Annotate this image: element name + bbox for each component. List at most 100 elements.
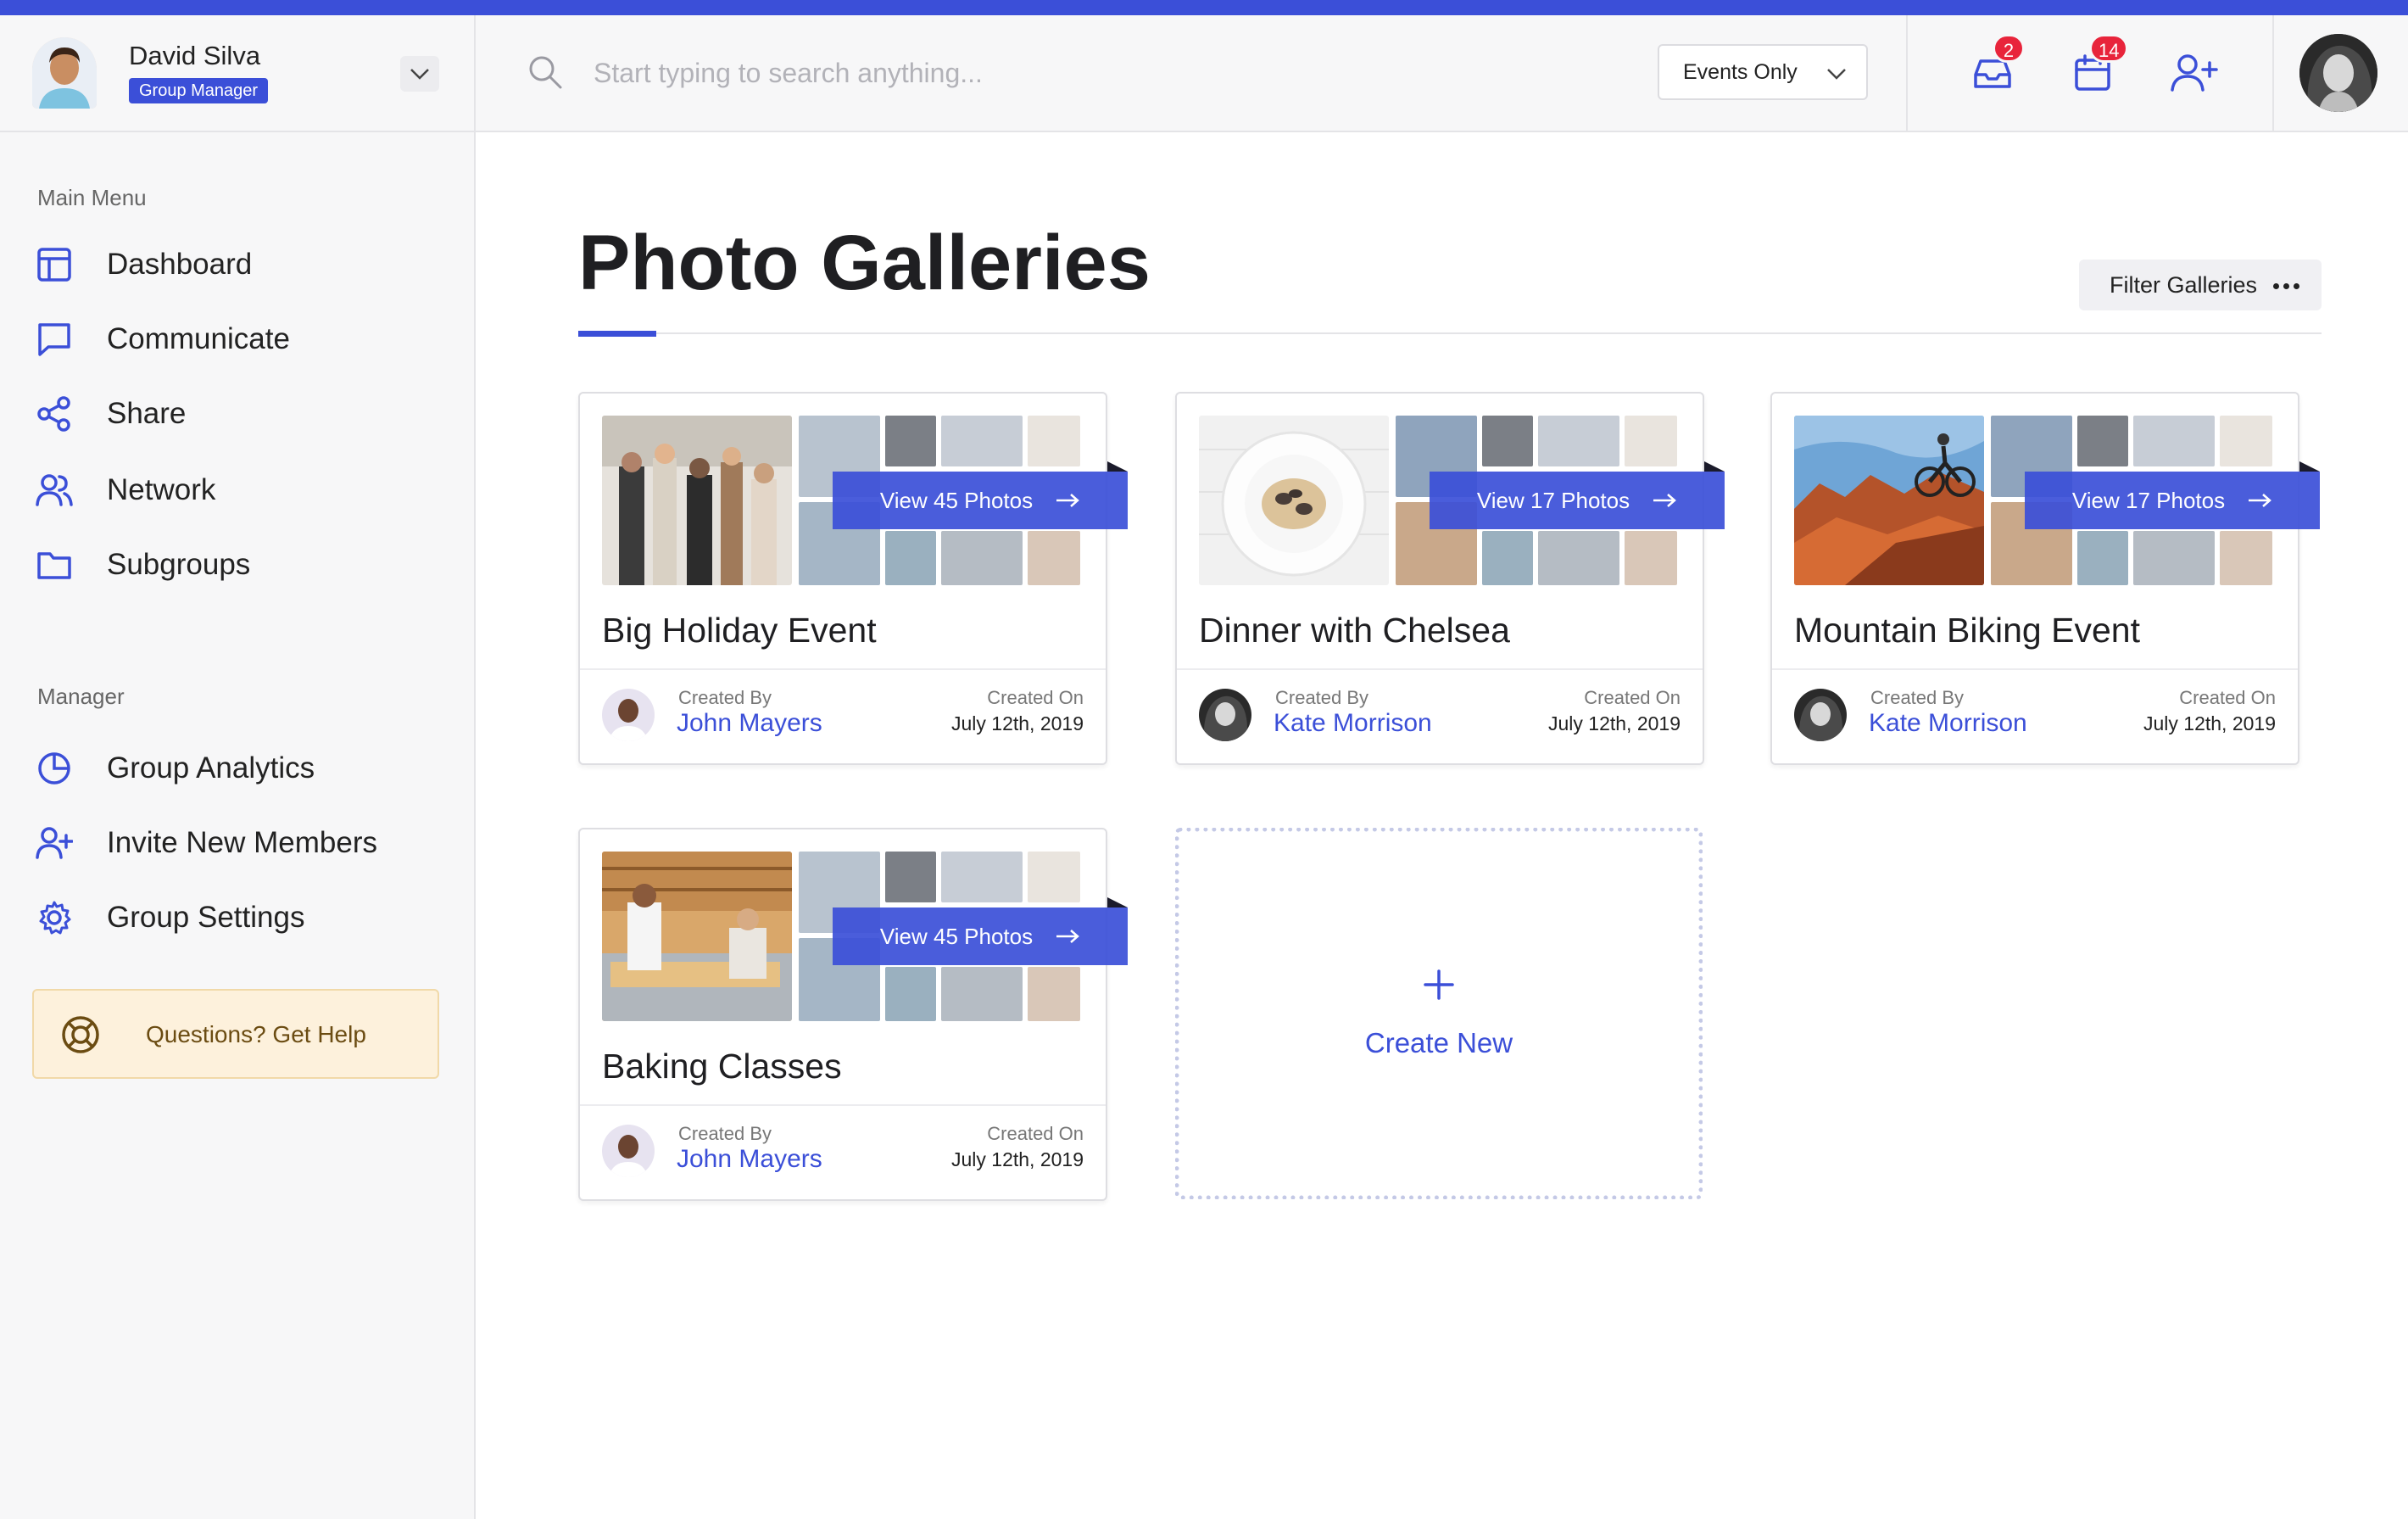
folder-icon [34,544,75,585]
user-avatar [32,37,97,109]
filter-galleries-label: Filter Galleries [2110,271,2258,298]
sidebar-item-label: Dashboard [107,248,253,281]
users-icon [34,470,75,511]
calendar-count-badge: 14 [2089,34,2129,63]
chevron-down-icon [1827,69,1846,80]
view-photos-button[interactable]: View 17 Photos [1430,472,1725,529]
created-on-label: Created On [987,687,1084,708]
gallery-cover-photo [602,416,792,585]
sidebar-item-dashboard[interactable]: Dashboard [34,237,441,292]
sidebar-item-share[interactable]: Share [34,387,441,441]
sidebar-item-label: Group Settings [107,901,305,934]
view-photos-button[interactable]: View 45 Photos [833,472,1128,529]
sidebar-item-communicate[interactable]: Communicate [34,312,441,366]
ribbon-fold [1704,461,1725,472]
view-photos-button[interactable]: View 17 Photos [2025,472,2320,529]
role-badge: Group Manager [129,78,269,103]
created-on-date: July 12th, 2019 [2143,712,2276,734]
lifebuoy-icon [62,1016,99,1053]
created-on-date: July 12th, 2019 [950,712,1084,734]
gallery-title[interactable]: Baking Classes [602,1047,842,1086]
gallery-cover-photo [602,852,792,1021]
creator-name-link[interactable]: Kate Morrison [1274,709,1432,738]
ribbon-fold [1107,461,1128,472]
manager-label: Manager [37,684,125,709]
created-on-date: July 12th, 2019 [1547,712,1681,734]
page-title: Photo Galleries [578,220,1151,306]
title-underline [578,331,656,337]
creator-avatar [1794,689,1847,741]
sidebar-item-subgroups[interactable]: Subgroups [34,538,441,592]
created-on-label: Created On [2179,687,2276,708]
share-icon [34,394,75,434]
filter-galleries-button[interactable]: Filter Galleries [2079,260,2322,310]
header: David Silva Group Manager Events Only 2 … [0,15,2408,132]
sidebar-item-network[interactable]: Network [34,463,441,517]
created-by-label: Created By [1275,687,1369,708]
gear-icon [34,897,75,938]
card-divider [1772,668,2298,670]
sidebar-item-label: Subgroups [107,548,251,581]
creator-avatar [602,689,655,741]
inbox-button[interactable]: 2 [1969,34,2025,97]
view-photos-label: View 17 Photos [2071,487,2226,513]
chevron-down-icon[interactable] [400,56,439,92]
view-photos-label: View 45 Photos [879,923,1034,949]
gallery-title[interactable]: Big Holiday Event [602,611,877,651]
title-divider [578,332,2322,334]
sidebar-item-group-analytics[interactable]: Group Analytics [34,741,441,796]
user-name: David Silva [129,41,261,70]
creator-name-link[interactable]: John Mayers [677,709,822,738]
help-button[interactable]: Questions? Get Help [32,989,439,1079]
view-photos-button[interactable]: View 45 Photos [833,907,1128,965]
created-by-label: Created By [678,687,772,708]
card-divider [580,1104,1106,1106]
user-menu[interactable]: David Silva Group Manager [0,15,476,131]
creator-avatar [1199,689,1251,741]
calendar-button[interactable]: 14 [2069,34,2129,97]
scope-select[interactable]: Events Only [1658,44,1868,100]
created-on-label: Created On [1584,687,1681,708]
creator-avatar [602,1125,655,1177]
search-input[interactable] [594,47,1628,98]
sidebar-item-label: Invite New Members [107,826,377,859]
add-user-button[interactable] [2169,49,2218,97]
arrow-right-icon [2249,494,2271,507]
card-divider [1177,668,1703,670]
sidebar-item-label: Share [107,397,187,430]
chat-icon [34,319,75,360]
user-plus-icon [2171,54,2218,92]
user-plus-icon [34,823,75,863]
gallery-card[interactable]: View 45 Photos Big Holiday Event Created… [578,392,1128,765]
layout-icon [34,244,75,285]
create-new-gallery-button[interactable]: Create New [1175,828,1703,1199]
created-on-label: Created On [987,1123,1084,1144]
gallery-title[interactable]: Mountain Biking Event [1794,611,2140,651]
more-icon [2273,283,2299,289]
help-label: Questions? Get Help [146,1021,366,1047]
card-divider [580,668,1106,670]
profile-avatar[interactable] [2299,34,2377,112]
created-by-label: Created By [678,1123,772,1144]
top-accent-bar [0,0,2408,15]
inbox-count-badge: 2 [1993,34,2025,63]
gallery-title[interactable]: Dinner with Chelsea [1199,611,1510,651]
search-icon [526,53,565,92]
gallery-card[interactable]: View 17 Photos Dinner with Chelsea Creat… [1175,392,1725,765]
gallery-card[interactable]: View 45 Photos Baking Classes Created By… [578,828,1128,1201]
sidebar-item-group-settings[interactable]: Group Settings [34,891,441,945]
arrow-right-icon [1056,930,1079,943]
creator-name-link[interactable]: John Mayers [677,1145,822,1174]
arrow-right-icon [1056,494,1079,507]
create-new-label: Create New [1364,1027,1513,1058]
arrow-right-icon [1653,494,1676,507]
ribbon-fold [2299,461,2320,472]
main-menu-label: Main Menu [37,185,147,210]
gallery-cover-photo [1794,416,1984,585]
creator-name-link[interactable]: Kate Morrison [1869,709,2027,738]
header-divider [2272,15,2274,131]
sidebar-item-label: Communicate [107,322,290,355]
sidebar-item-invite-new-members[interactable]: Invite New Members [34,816,441,870]
gallery-cover-photo [1199,416,1389,585]
gallery-card[interactable]: View 17 Photos Mountain Biking Event Cre… [1770,392,2320,765]
